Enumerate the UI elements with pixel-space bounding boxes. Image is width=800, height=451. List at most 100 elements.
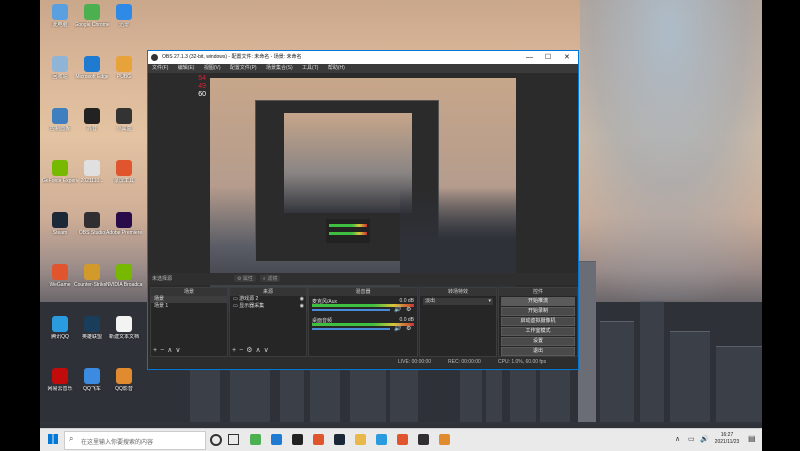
taskbar-qq-icon[interactable] bbox=[376, 434, 387, 445]
gear-icon[interactable]: ⚙ bbox=[406, 325, 411, 332]
taskbar-recorder-icon[interactable] bbox=[397, 434, 408, 445]
scene-item[interactable]: 场景 1 bbox=[151, 303, 227, 310]
desktop-icon-label: Google Chrome bbox=[74, 22, 110, 28]
pubg-icon bbox=[116, 56, 132, 72]
desktop-icon[interactable]: Google Chrome bbox=[74, 4, 110, 28]
menu-view[interactable]: 视图(V) bbox=[204, 65, 221, 71]
taskbar-premiere-icon[interactable] bbox=[439, 434, 450, 445]
desktop-icon[interactable]: WeGame bbox=[42, 264, 78, 288]
speaker-icon[interactable]: 🔊 bbox=[394, 325, 401, 332]
transitions-dock-title: 转场特效 bbox=[420, 288, 496, 296]
start-recording-button[interactable]: 开始录制 bbox=[501, 307, 575, 316]
move-down-icon[interactable]: ∨ bbox=[264, 347, 272, 354]
cortana-icon[interactable] bbox=[210, 434, 222, 446]
source-toolbar: 未选择源 ⚙ 属性 ◐ 滤镜 bbox=[148, 273, 578, 285]
desktop-icon-label: OBS Studio bbox=[78, 230, 106, 236]
taskbar-douyin-icon[interactable] bbox=[292, 434, 303, 445]
volume-icon[interactable]: 🔊 bbox=[700, 435, 709, 443]
transition-select[interactable]: 淡出 ▾ bbox=[423, 298, 493, 305]
eye-icon[interactable]: ◉ bbox=[300, 303, 304, 310]
minimize-icon[interactable]: — bbox=[526, 51, 533, 64]
no-source-label: 未选择源 bbox=[152, 276, 173, 282]
desktop-icon[interactable]: Counter-Strike Global Off... bbox=[74, 264, 110, 288]
desktop-icon[interactable]: Microsoft Edge bbox=[74, 56, 110, 80]
exit-button[interactable]: 退出 bbox=[501, 347, 575, 356]
desktop-icon-label: Counter-Strike Global Off... bbox=[74, 282, 110, 288]
scene-item[interactable]: 场景 bbox=[151, 296, 227, 303]
desktop-icon[interactable]: 控制面板 bbox=[42, 108, 78, 132]
obs-window[interactable]: OBS 27.1.3 (32-bit, windows) - 配置文件: 未命名… bbox=[147, 50, 579, 370]
desktop-icon[interactable]: QQ飞车 bbox=[74, 368, 110, 392]
desktop-icon-label: Steam bbox=[52, 230, 68, 236]
menu-scene-collection[interactable]: 场景集合(S) bbox=[266, 65, 293, 71]
start-streaming-button[interactable]: 开始推流 bbox=[501, 297, 575, 306]
desktop-icon[interactable]: 回收站 bbox=[42, 56, 78, 80]
desktop-icon[interactable]: QQ影音 bbox=[106, 368, 142, 392]
taskbar-clock[interactable]: 16:27 2021/11/23 bbox=[712, 432, 742, 446]
desktop-icon[interactable]: 小黑盒 bbox=[106, 108, 142, 132]
menu-help[interactable]: 帮助(H) bbox=[328, 65, 345, 71]
desktop-icon-label: 小黑盒 bbox=[116, 126, 132, 132]
notification-icon[interactable]: ▤ bbox=[748, 434, 756, 443]
desktop-icon[interactable]: Adobe Premiere Pro bbox=[106, 212, 142, 236]
clock-date: 2021/11/23 bbox=[714, 439, 740, 445]
desktop-icon[interactable]: 英雄联盟 bbox=[74, 316, 110, 340]
maximize-icon[interactable]: ☐ bbox=[545, 51, 551, 64]
desktop-icon[interactable]: 此电脑 bbox=[42, 4, 78, 28]
wegame-icon bbox=[52, 264, 68, 280]
move-up-icon[interactable]: ∧ bbox=[255, 347, 263, 354]
menu-profile[interactable]: 配置文件(P) bbox=[230, 65, 257, 71]
source-item[interactable]: ▭ 游戏源 2 ◉ bbox=[230, 296, 306, 303]
control-panel-icon bbox=[52, 108, 68, 124]
desktop-icon[interactable]: PUBG bbox=[106, 56, 142, 80]
desktop-icon[interactable]: 2021110... bbox=[74, 160, 110, 184]
desktop-icon[interactable]: 抖音 bbox=[74, 108, 110, 132]
mixer-dock-title: 混音器 bbox=[309, 288, 417, 296]
studio-mode-button[interactable]: 工作室模式 bbox=[501, 327, 575, 336]
desktop-icon[interactable]: 网易云音乐 bbox=[42, 368, 78, 392]
taskbar-folder-icon[interactable] bbox=[355, 434, 366, 445]
desktop-icon[interactable]: Steam bbox=[42, 212, 78, 236]
windows-start-icon[interactable] bbox=[48, 434, 58, 444]
task-view-icon[interactable] bbox=[228, 434, 239, 445]
desktop-icon[interactable]: 录屏工具 bbox=[106, 160, 142, 184]
obs-titlebar[interactable]: OBS 27.1.3 (32-bit, windows) - 配置文件: 未命名… bbox=[148, 51, 578, 64]
sources-dock-title: 来源 bbox=[230, 288, 306, 296]
system-tray-chevron-icon[interactable]: ∧ bbox=[675, 435, 680, 443]
menu-edit[interactable]: 编辑(E) bbox=[178, 65, 195, 71]
desktop-wallpaper-sky bbox=[580, 0, 762, 300]
start-virtual-camera-button[interactable]: 启动虚拟摄像机 bbox=[501, 317, 575, 326]
settings-button[interactable]: 设置 bbox=[501, 337, 575, 346]
desktop-icon[interactable]: NVIDIA Broadcast bbox=[106, 264, 142, 288]
taskbar-steam-icon[interactable] bbox=[334, 434, 345, 445]
volume-slider[interactable] bbox=[312, 328, 390, 330]
controls-dock-title: 控件 bbox=[499, 288, 577, 296]
music-icon bbox=[52, 368, 68, 384]
gear-icon[interactable]: ⚙ bbox=[406, 306, 411, 313]
move-down-icon[interactable]: ∨ bbox=[175, 347, 183, 354]
mixer-track: 麦克风/Aux 0.0 dB 🔊 ⚙ bbox=[309, 296, 417, 315]
taskbar-obs-icon[interactable] bbox=[418, 434, 429, 445]
desktop-icon[interactable]: 腾讯QQ bbox=[42, 316, 78, 340]
taskbar-edge-icon[interactable] bbox=[271, 434, 282, 445]
network-icon[interactable]: ▭ bbox=[688, 435, 695, 443]
obs-statusbar: LIVE: 00:00:00 REC: 00:00:00 CPU: 1.0%, … bbox=[148, 357, 578, 368]
mixer-track-db: 0.0 dB bbox=[399, 298, 414, 304]
speaker-icon[interactable]: 🔊 bbox=[394, 306, 401, 313]
desktop-icon[interactable]: OBS Studio bbox=[74, 212, 110, 236]
close-icon[interactable]: ✕ bbox=[564, 51, 570, 64]
recorder-icon bbox=[116, 160, 132, 176]
desktop-icon[interactable]: 迅雷 bbox=[106, 4, 142, 28]
filters-button[interactable]: ◐ 滤镜 bbox=[260, 275, 281, 282]
taskbar-search-box[interactable]: ⌕ 在这里输入你要搜索的内容 bbox=[64, 431, 206, 450]
menu-file[interactable]: 文件(F) bbox=[152, 65, 168, 71]
source-item[interactable]: ▭ 显示器采集 ◉ bbox=[230, 303, 306, 310]
taskbar-wegame-icon[interactable] bbox=[313, 434, 324, 445]
taskbar-chrome-icon[interactable] bbox=[250, 434, 261, 445]
desktop-icon[interactable]: GeForce Experience bbox=[42, 160, 78, 184]
menu-tools[interactable]: 工具(T) bbox=[302, 65, 318, 71]
desktop-icon[interactable]: 新建文本文档 bbox=[106, 316, 142, 340]
properties-button[interactable]: ⚙ 属性 bbox=[234, 275, 256, 282]
volume-slider[interactable] bbox=[312, 309, 390, 311]
eye-icon[interactable]: ◉ bbox=[300, 296, 304, 303]
